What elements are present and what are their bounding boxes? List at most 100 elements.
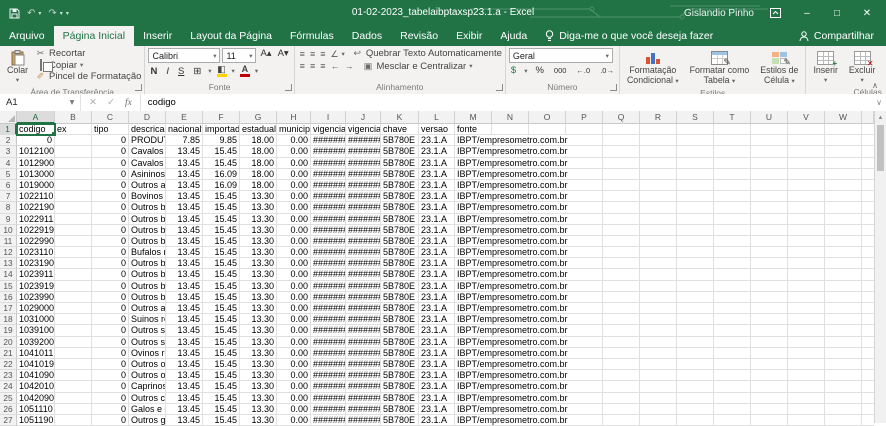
row-header-22[interactable]: 22	[0, 359, 17, 370]
cell-J26[interactable]: ########	[346, 404, 381, 415]
cell-H16[interactable]: 0.00	[277, 292, 311, 303]
cell-T27[interactable]	[714, 415, 751, 426]
fill-color-icon[interactable]: ◧	[217, 65, 227, 77]
row-header-6[interactable]: 6	[0, 180, 17, 191]
cell-U14[interactable]	[751, 269, 788, 280]
cell-U20[interactable]	[751, 337, 788, 348]
cell-C22[interactable]: 0	[92, 359, 129, 370]
cell-R1[interactable]	[640, 124, 677, 135]
cell-J10[interactable]: ########	[346, 225, 381, 236]
col-header-D[interactable]: D	[129, 111, 166, 124]
cell-L5[interactable]: 23.1.A	[419, 169, 455, 180]
enter-icon[interactable]: ✓	[107, 97, 115, 108]
cell-V3[interactable]	[788, 146, 825, 157]
cell-Q8[interactable]	[603, 202, 640, 213]
cell-R27[interactable]	[640, 415, 677, 426]
orientation-icon[interactable]: ∠	[328, 49, 340, 59]
cell-H9[interactable]: 0.00	[277, 214, 311, 225]
cell-L3[interactable]: 23.1.A	[419, 146, 455, 157]
cell-B8[interactable]	[55, 202, 92, 213]
merge-center-button[interactable]: ▣ Mesclar e Centralizar ▾	[362, 61, 472, 73]
cell-T13[interactable]	[714, 258, 751, 269]
cell-K18[interactable]: 5B780E	[381, 314, 419, 325]
cell-T2[interactable]	[714, 135, 751, 146]
cell-K9[interactable]: 5B780E	[381, 214, 419, 225]
cell-M20[interactable]: IBPT/empresometro.com.br	[455, 337, 492, 348]
cell-H3[interactable]: 0.00	[277, 146, 311, 157]
cell-S6[interactable]	[677, 180, 714, 191]
cell-partial-25[interactable]	[862, 393, 874, 404]
cell-B6[interactable]	[55, 180, 92, 191]
cell-E18[interactable]: 13.45	[166, 314, 203, 325]
cell-I22[interactable]: ########	[311, 359, 346, 370]
align-center-icon[interactable]: ≡	[308, 61, 317, 71]
cell-P2[interactable]	[566, 135, 603, 146]
tab-pagina-inicial[interactable]: Página Inicial	[54, 26, 134, 46]
cell-D1[interactable]: descricao	[129, 124, 166, 135]
cell-D4[interactable]: Cavalos vi	[129, 158, 166, 169]
cell-A5[interactable]: 1013000	[17, 169, 55, 180]
cell-K10[interactable]: 5B780E	[381, 225, 419, 236]
cell-B17[interactable]	[55, 303, 92, 314]
cell-M23[interactable]: IBPT/empresometro.com.br	[455, 370, 492, 381]
cell-W19[interactable]	[825, 325, 862, 336]
cell-L6[interactable]: 23.1.A	[419, 180, 455, 191]
cell-Q13[interactable]	[603, 258, 640, 269]
cell-I8[interactable]: ########	[311, 202, 346, 213]
cell-H10[interactable]: 0.00	[277, 225, 311, 236]
cell-partial-4[interactable]	[862, 158, 874, 169]
cell-S9[interactable]	[677, 214, 714, 225]
cell-F17[interactable]: 15.45	[203, 303, 240, 314]
cell-R20[interactable]	[640, 337, 677, 348]
cell-M18[interactable]: IBPT/empresometro.com.br	[455, 314, 492, 325]
undo-caret-icon[interactable]: ▾	[38, 10, 41, 17]
cell-H11[interactable]: 0.00	[277, 236, 311, 247]
cell-A7[interactable]: 1022110	[17, 191, 55, 202]
cell-R9[interactable]	[640, 214, 677, 225]
cell-K6[interactable]: 5B780E	[381, 180, 419, 191]
cell-W22[interactable]	[825, 359, 862, 370]
cell-Q18[interactable]	[603, 314, 640, 325]
cell-U19[interactable]	[751, 325, 788, 336]
cell-W8[interactable]	[825, 202, 862, 213]
row-header-7[interactable]: 7	[0, 191, 17, 202]
cell-I11[interactable]: ########	[311, 236, 346, 247]
cell-W11[interactable]	[825, 236, 862, 247]
cell-W24[interactable]	[825, 381, 862, 392]
cell-F25[interactable]: 15.45	[203, 393, 240, 404]
cell-U11[interactable]	[751, 236, 788, 247]
cell-E27[interactable]: 13.45	[166, 415, 203, 426]
cell-H5[interactable]: 0.00	[277, 169, 311, 180]
cell-K25[interactable]: 5B780E	[381, 393, 419, 404]
cell-Q20[interactable]	[603, 337, 640, 348]
cell-U25[interactable]	[751, 393, 788, 404]
row-header-13[interactable]: 13	[0, 258, 17, 269]
cell-G15[interactable]: 13.30	[240, 281, 277, 292]
cell-V2[interactable]	[788, 135, 825, 146]
cell-C14[interactable]: 0	[92, 269, 129, 280]
cell-D27[interactable]: Outros gal	[129, 415, 166, 426]
cell-P11[interactable]	[566, 236, 603, 247]
cell-F7[interactable]: 15.45	[203, 191, 240, 202]
cell-P27[interactable]	[566, 415, 603, 426]
vertical-scrollbar[interactable]: ▲	[874, 111, 886, 423]
cell-J21[interactable]: ########	[346, 348, 381, 359]
row-header-1[interactable]: 1	[0, 124, 17, 135]
cell-S18[interactable]	[677, 314, 714, 325]
cell-Q14[interactable]	[603, 269, 640, 280]
number-dialog-launcher-icon[interactable]	[610, 84, 617, 91]
cell-V17[interactable]	[788, 303, 825, 314]
cell-E1[interactable]: nacionalfe	[166, 124, 203, 135]
cell-P19[interactable]	[566, 325, 603, 336]
cell-F27[interactable]: 15.45	[203, 415, 240, 426]
cell-partial-18[interactable]	[862, 314, 874, 325]
cell-I4[interactable]: ########	[311, 158, 346, 169]
cell-F23[interactable]: 15.45	[203, 370, 240, 381]
col-header-R[interactable]: R	[640, 111, 677, 124]
row-header-8[interactable]: 8	[0, 202, 17, 213]
cell-B22[interactable]	[55, 359, 92, 370]
cell-P3[interactable]	[566, 146, 603, 157]
cell-H24[interactable]: 0.00	[277, 381, 311, 392]
cell-K19[interactable]: 5B780E	[381, 325, 419, 336]
cell-W27[interactable]	[825, 415, 862, 426]
